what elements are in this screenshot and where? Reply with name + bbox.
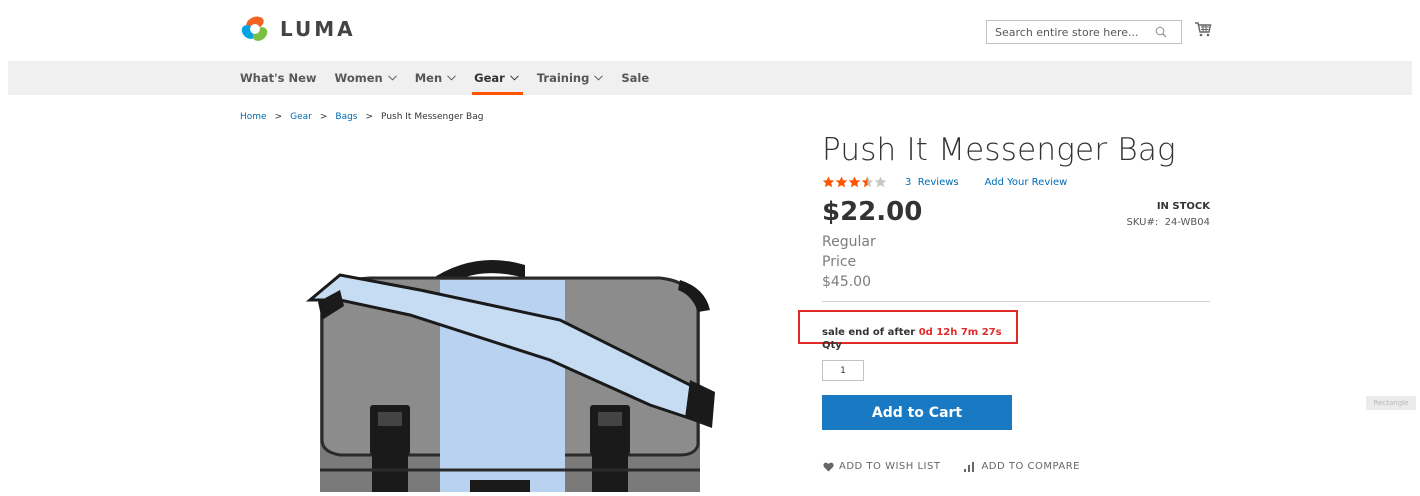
product-rating: 3 Reviews Add Your Review [822, 176, 1067, 188]
compare-icon [964, 461, 975, 472]
nav-item-men[interactable]: Men [415, 61, 456, 95]
product-sku: SKU#: 24-WB04 [1126, 217, 1210, 228]
sale-countdown: 0d 12h 7m 27s [918, 327, 1002, 338]
qty-input[interactable] [822, 360, 864, 381]
nav-item-women[interactable]: Women [335, 61, 397, 95]
compare-label: ADD TO COMPARE [981, 461, 1080, 472]
stock-status: IN STOCK [1156, 201, 1210, 212]
nav-item-gear[interactable]: Gear [472, 61, 523, 95]
cart-button[interactable] [1194, 20, 1212, 42]
product-price: $22.00 [822, 197, 923, 227]
breadcrumb-separator: > [319, 112, 328, 122]
cart-icon [1195, 22, 1212, 37]
rating-stars [822, 176, 887, 188]
breadcrumb-home[interactable]: Home [240, 112, 267, 122]
breadcrumb-separator: > [365, 112, 374, 122]
sale-countdown-text: sale end of after 0d 12h 7m 27s [822, 327, 1002, 338]
sale-prefix: sale end of after [822, 327, 919, 338]
logo[interactable]: LUMA [240, 14, 356, 44]
star-icon [822, 176, 835, 188]
search-icon[interactable] [1155, 26, 1167, 38]
qty-label: Qty [822, 340, 842, 351]
add-to-compare-link[interactable]: ADD TO COMPARE [964, 461, 1080, 472]
search-input[interactable] [995, 25, 1155, 39]
add-to-cart-button[interactable]: Add to Cart [822, 395, 1012, 430]
page-header: LUMA [0, 0, 1420, 60]
breadcrumb-bags[interactable]: Bags [335, 112, 357, 122]
logo-text: LUMA [280, 17, 356, 41]
star-icon [848, 176, 861, 188]
regular-price-value: $45.00 [822, 274, 871, 290]
star-half-icon [861, 176, 874, 188]
star-icon [835, 176, 848, 188]
nav-item-label: Training [536, 71, 590, 85]
nav-item-label: Women [334, 71, 383, 85]
add-to-wishlist-link[interactable]: ADD TO WISH LIST [823, 461, 940, 472]
chevron-down-icon [594, 75, 604, 81]
nav-item-label: Sale [621, 71, 650, 85]
breadcrumb-current: Push It Messenger Bag [381, 112, 484, 122]
regular-price: Regular Price $45.00 [822, 232, 902, 292]
search-box[interactable] [986, 20, 1182, 44]
regular-price-label: Price [822, 254, 857, 270]
breadcrumb-separator: > [274, 112, 283, 122]
star-empty-icon [874, 176, 887, 188]
breadcrumb-gear[interactable]: Gear [290, 112, 312, 122]
divider [822, 301, 1210, 302]
add-review-link[interactable]: Add Your Review [985, 177, 1068, 188]
heart-icon [823, 462, 834, 471]
chevron-down-icon [387, 75, 397, 81]
breadcrumb: Home > Gear > Bags > Push It Messenger B… [240, 112, 483, 122]
nav-item-whats-new[interactable]: What's New [240, 61, 317, 95]
nav-item-sale[interactable]: Sale [621, 61, 649, 95]
chevron-down-icon [447, 75, 456, 81]
nav-item-training[interactable]: Training [537, 61, 604, 95]
luma-logo-icon [241, 16, 268, 41]
regular-price-label: Regular [822, 234, 876, 250]
nav-item-label: What's New [240, 71, 317, 85]
product-image[interactable] [300, 240, 720, 492]
messenger-bag-image [305, 260, 715, 492]
main-navigation: What's New Women Men Gear Training Sale [8, 61, 1412, 95]
chevron-down-icon [509, 75, 519, 81]
reviews-link[interactable]: 3 Reviews [905, 177, 959, 188]
wishlist-label: ADD TO WISH LIST [839, 461, 941, 472]
product-title: Push It Messenger Bag [822, 132, 1176, 168]
nav-item-label: Men [414, 71, 443, 85]
nav-item-label: Gear [474, 71, 505, 85]
nav-menu: What's New Women Men Gear Training Sale [240, 61, 667, 95]
rectangle-label: Rectangle [1366, 396, 1416, 410]
product-actions: ADD TO WISH LIST ADD TO COMPARE [823, 461, 1104, 472]
